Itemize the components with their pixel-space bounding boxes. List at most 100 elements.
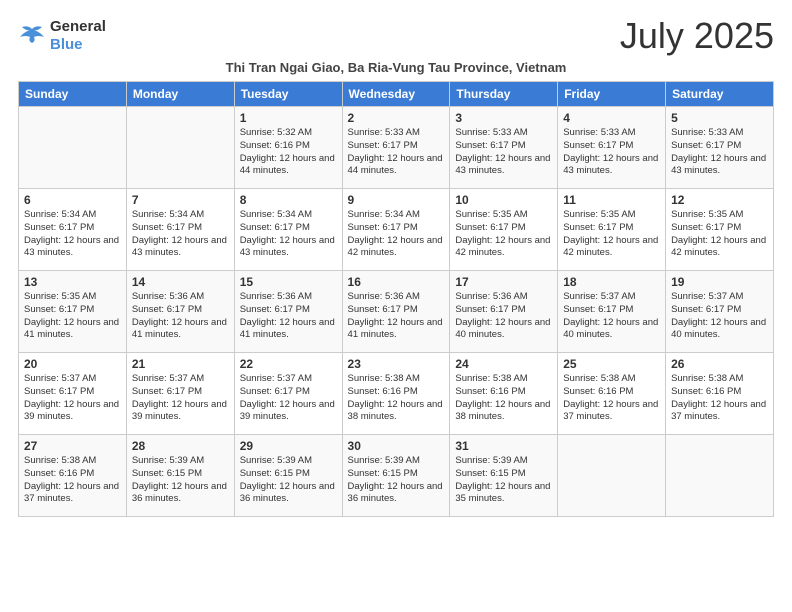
day-info: Sunrise: 5:39 AMSunset: 6:15 PMDaylight:… — [240, 455, 337, 506]
day-info: Sunrise: 5:35 AMSunset: 6:17 PMDaylight:… — [671, 209, 768, 260]
day-number: 26 — [671, 357, 768, 371]
day-cell: 13Sunrise: 5:35 AMSunset: 6:17 PMDayligh… — [19, 271, 127, 353]
day-cell: 12 Sunrise: 5:35 AMSunset: 6:17 PMDayligh… — [666, 189, 774, 271]
day-info: Sunrise: 5:35 AMSunset: 6:17 PMDaylight:… — [563, 209, 660, 260]
day-number: 2 — [348, 111, 445, 125]
day-info: Sunrise: 5:37 AMSunset: 6:17 PMDaylight:… — [132, 373, 229, 424]
day-cell: 4Sunrise: 5:33 AMSunset: 6:17 PMDaylight… — [558, 107, 666, 189]
day-number: 30 — [348, 439, 445, 453]
day-cell: 17 Sunrise: 5:36 AMSunset: 6:17 PMDayligh… — [450, 271, 558, 353]
day-cell: 20Sunrise: 5:37 AMSunset: 6:17 PMDayligh… — [19, 353, 127, 435]
day-cell: 2Sunrise: 5:33 AMSunset: 6:17 PMDaylight… — [342, 107, 450, 189]
day-number: 5 — [671, 111, 768, 125]
page: General Blue July 2025 Thi Tran Ngai Gia… — [0, 0, 792, 612]
logo-text: General Blue — [50, 18, 106, 54]
week-row-5: 27 Sunrise: 5:38 AMSunset: 6:16 PMDayligh… — [19, 435, 774, 517]
day-info: Sunrise: 5:32 AMSunset: 6:16 PMDaylight:… — [240, 127, 337, 178]
day-cell: 31 Sunrise: 5:39 AMSunset: 6:15 PMDayligh… — [450, 435, 558, 517]
day-number: 9 — [348, 193, 445, 207]
day-cell — [558, 435, 666, 517]
day-number: 10 — [455, 193, 552, 207]
day-number: 31 — [455, 439, 552, 453]
day-info: Sunrise: 5:36 AMSunset: 6:17 PMDaylight:… — [455, 291, 552, 342]
week-row-3: 13Sunrise: 5:35 AMSunset: 6:17 PMDayligh… — [19, 271, 774, 353]
header-day-tuesday: Tuesday — [234, 82, 342, 107]
day-cell: 11 Sunrise: 5:35 AMSunset: 6:17 PMDayligh… — [558, 189, 666, 271]
day-cell: 8Sunrise: 5:34 AMSunset: 6:17 PMDaylight… — [234, 189, 342, 271]
header-day-sunday: Sunday — [19, 82, 127, 107]
day-cell: 1Sunrise: 5:32 AMSunset: 6:16 PMDaylight… — [234, 107, 342, 189]
title-block: July 2025 — [620, 18, 774, 54]
header-day-thursday: Thursday — [450, 82, 558, 107]
day-cell: 19Sunrise: 5:37 AMSunset: 6:17 PMDayligh… — [666, 271, 774, 353]
day-number: 16 — [348, 275, 445, 289]
day-cell — [666, 435, 774, 517]
subtitle: Thi Tran Ngai Giao, Ba Ria-Vung Tau Prov… — [18, 60, 774, 75]
day-cell: 6 Sunrise: 5:34 AMSunset: 6:17 PMDaylight… — [19, 189, 127, 271]
day-info: Sunrise: 5:38 AMSunset: 6:16 PMDaylight:… — [455, 373, 552, 424]
day-number: 28 — [132, 439, 229, 453]
day-info: Sunrise: 5:39 AMSunset: 6:15 PMDaylight:… — [132, 455, 229, 506]
day-cell: 15 Sunrise: 5:36 AMSunset: 6:17 PMDayligh… — [234, 271, 342, 353]
day-info: Sunrise: 5:36 AMSunset: 6:17 PMDaylight:… — [348, 291, 445, 342]
header-day-monday: Monday — [126, 82, 234, 107]
day-info: Sunrise: 5:33 AMSunset: 6:17 PMDaylight:… — [671, 127, 768, 178]
header-day-wednesday: Wednesday — [342, 82, 450, 107]
day-number: 18 — [563, 275, 660, 289]
logo-line1: General — [50, 18, 106, 36]
day-number: 24 — [455, 357, 552, 371]
day-number: 14 — [132, 275, 229, 289]
day-info: Sunrise: 5:33 AMSunset: 6:17 PMDaylight:… — [455, 127, 552, 178]
logo: General Blue — [18, 18, 106, 54]
day-cell: 16 Sunrise: 5:36 AMSunset: 6:17 PMDayligh… — [342, 271, 450, 353]
header-row: General Blue July 2025 — [18, 18, 774, 54]
day-info: Sunrise: 5:37 AMSunset: 6:17 PMDaylight:… — [671, 291, 768, 342]
day-number: 6 — [24, 193, 121, 207]
day-info: Sunrise: 5:38 AMSunset: 6:16 PMDaylight:… — [24, 455, 121, 506]
day-cell — [19, 107, 127, 189]
day-cell: 30Sunrise: 5:39 AMSunset: 6:15 PMDayligh… — [342, 435, 450, 517]
day-number: 25 — [563, 357, 660, 371]
day-info: Sunrise: 5:36 AMSunset: 6:17 PMDaylight:… — [240, 291, 337, 342]
day-number: 22 — [240, 357, 337, 371]
day-cell: 14 Sunrise: 5:36 AMSunset: 6:17 PMDayligh… — [126, 271, 234, 353]
day-info: Sunrise: 5:37 AMSunset: 6:17 PMDaylight:… — [563, 291, 660, 342]
week-row-2: 6 Sunrise: 5:34 AMSunset: 6:17 PMDaylight… — [19, 189, 774, 271]
day-number: 27 — [24, 439, 121, 453]
day-cell: 28 Sunrise: 5:39 AMSunset: 6:15 PMDayligh… — [126, 435, 234, 517]
day-info: Sunrise: 5:36 AMSunset: 6:17 PMDaylight:… — [132, 291, 229, 342]
month-title: July 2025 — [620, 18, 774, 54]
day-info: Sunrise: 5:38 AMSunset: 6:16 PMDaylight:… — [348, 373, 445, 424]
day-number: 12 — [671, 193, 768, 207]
day-number: 17 — [455, 275, 552, 289]
day-cell: 10Sunrise: 5:35 AMSunset: 6:17 PMDayligh… — [450, 189, 558, 271]
header-row-days: SundayMondayTuesdayWednesdayThursdayFrid… — [19, 82, 774, 107]
day-cell: 29 Sunrise: 5:39 AMSunset: 6:15 PMDayligh… — [234, 435, 342, 517]
day-info: Sunrise: 5:38 AMSunset: 6:16 PMDaylight:… — [671, 373, 768, 424]
calendar-table: SundayMondayTuesdayWednesdayThursdayFrid… — [18, 81, 774, 517]
logo-line2: Blue — [50, 36, 106, 54]
day-info: Sunrise: 5:34 AMSunset: 6:17 PMDaylight:… — [132, 209, 229, 260]
day-number: 13 — [24, 275, 121, 289]
day-info: Sunrise: 5:38 AMSunset: 6:16 PMDaylight:… — [563, 373, 660, 424]
day-info: Sunrise: 5:34 AMSunset: 6:17 PMDaylight:… — [240, 209, 337, 260]
day-number: 3 — [455, 111, 552, 125]
day-number: 4 — [563, 111, 660, 125]
day-number: 20 — [24, 357, 121, 371]
week-row-4: 20 Sunrise: 5:37 AMSunset: 6:17 PMDayligh… — [19, 353, 774, 435]
week-row-1: 1Sunrise: 5:32 AMSunset: 6:16 PMDaylight… — [19, 107, 774, 189]
day-info: Sunrise: 5:39 AMSunset: 6:15 PMDaylight:… — [455, 455, 552, 506]
day-number: 11 — [563, 193, 660, 207]
day-cell: 25 Sunrise: 5:38 AMSunset: 6:16 PMDayligh… — [558, 353, 666, 435]
day-cell: 9Sunrise: 5:34 AMSunset: 6:17 PMDaylight… — [342, 189, 450, 271]
day-cell: 5 Sunrise: 5:33 AMSunset: 6:17 PMDaylight… — [666, 107, 774, 189]
day-number: 21 — [132, 357, 229, 371]
day-cell: 7Sunrise: 5:34 AMSunset: 6:17 PMDaylight… — [126, 189, 234, 271]
day-cell: 3 Sunrise: 5:33 AMSunset: 6:17 PMDaylight… — [450, 107, 558, 189]
day-info: Sunrise: 5:37 AMSunset: 6:17 PMDaylight:… — [240, 373, 337, 424]
day-info: Sunrise: 5:34 AMSunset: 6:17 PMDaylight:… — [24, 209, 121, 260]
day-number: 15 — [240, 275, 337, 289]
day-cell: 21 Sunrise: 5:37 AMSunset: 6:17 PMDayligh… — [126, 353, 234, 435]
day-number: 29 — [240, 439, 337, 453]
day-cell — [126, 107, 234, 189]
